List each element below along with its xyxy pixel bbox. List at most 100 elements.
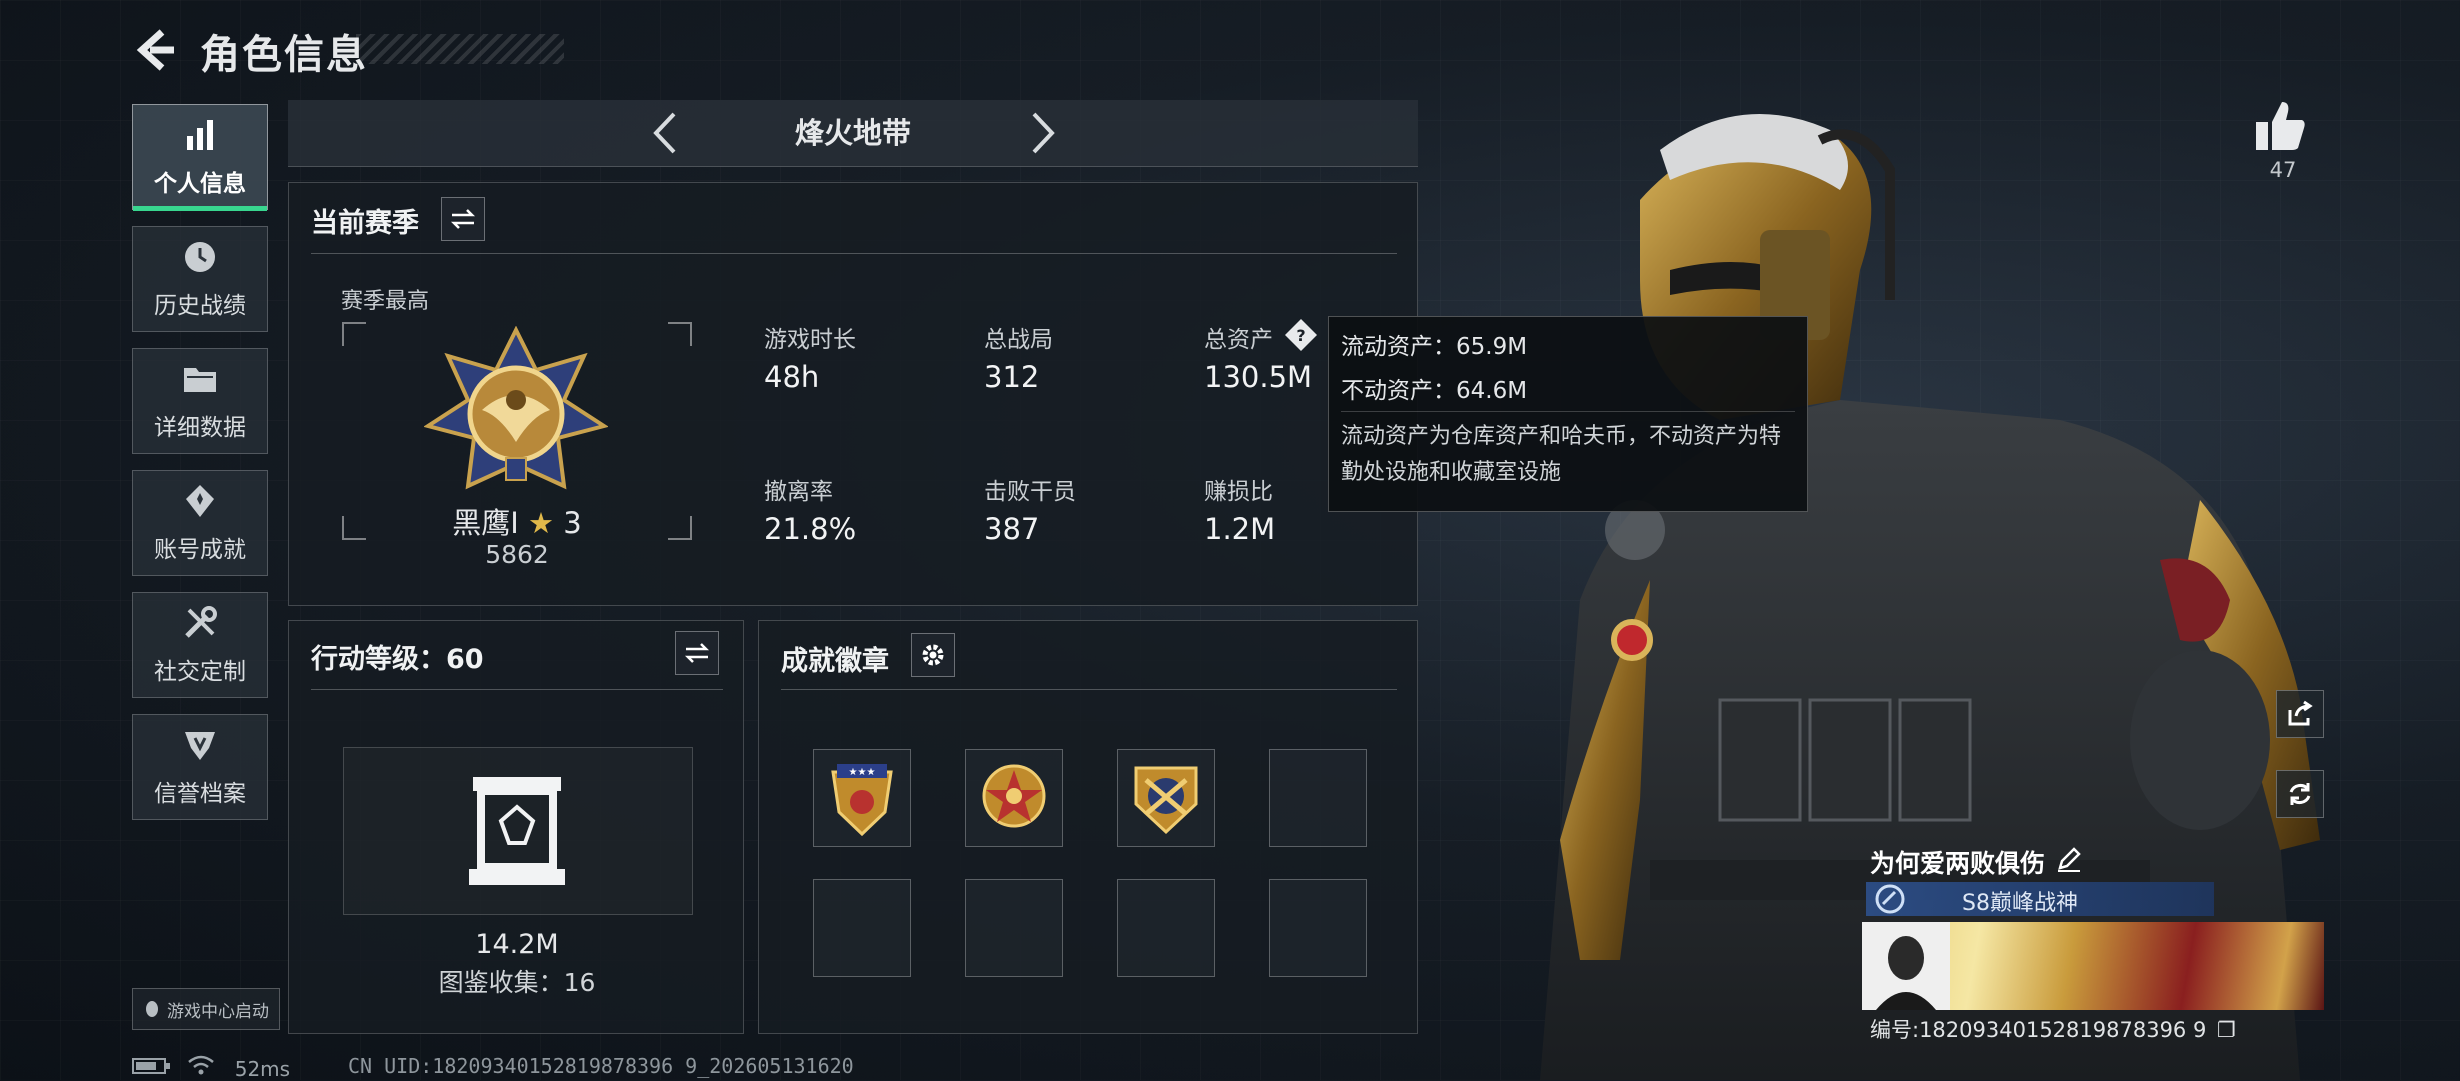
stat-value: 312 <box>984 360 1040 394</box>
divider <box>311 253 1397 254</box>
stat-label: 总战局 <box>984 327 1053 353</box>
badge-slot[interactable]: ★★★ <box>813 749 911 847</box>
mode-name: 烽火地带 <box>794 116 911 150</box>
badge-star-medal-icon <box>982 764 1046 828</box>
nav-item-personal-info[interactable]: 个人信息 <box>132 104 268 211</box>
avatar[interactable] <box>1862 922 1950 1010</box>
back-button[interactable] <box>132 26 180 74</box>
gear-icon <box>922 644 944 666</box>
prev-mode-button[interactable] <box>642 108 692 158</box>
help-icon: ? <box>1285 319 1317 351</box>
divider <box>781 689 1397 690</box>
share-button[interactable] <box>2276 690 2324 738</box>
nav-label: 详细数据 <box>154 415 246 441</box>
rank-medal-icon <box>424 326 608 490</box>
stat-value: 130.5M <box>1204 360 1313 394</box>
player-title: S8巅峰战神 <box>1962 891 2078 916</box>
player-card: 为何爱两败俱伤 S8巅峰战神 编号:18209340152819878396 9… <box>1862 832 2330 1046</box>
uid-footer: CN UID:18209340152819878396 9_2026051316… <box>348 1054 854 1078</box>
player-name: 为何爱两败俱伤 <box>1870 849 2046 878</box>
svg-text:?: ? <box>1296 326 1305 345</box>
game-center-button[interactable]: 游戏中心启动 <box>132 988 280 1030</box>
achievement-icon <box>186 485 214 517</box>
battery-icon <box>132 1058 170 1074</box>
rank-name: 黑鹰I <box>452 506 519 540</box>
badge-shield-stars-icon: ★★★ <box>831 764 893 837</box>
badges-panel: 成就徽章 ★★★ <box>758 620 1418 1034</box>
asset-tooltip: 流动资产：65.9M 不动资产：64.6M 流动资产为仓库资产和哈夫币，不动资产… <box>1328 316 1808 512</box>
rank-name-row: 黑鹰I ★ 3 <box>342 500 692 542</box>
stat-value: 387 <box>984 512 1040 546</box>
history-icon <box>185 242 215 272</box>
tooltip-fixed: 不动资产：64.6M <box>1341 378 1528 404</box>
copy-icon[interactable]: ❐ <box>2217 1018 2236 1042</box>
badge-slot-empty[interactable] <box>965 879 1063 977</box>
card-uid-text: 编号:18209340152819878396 9 <box>1870 1018 2207 1042</box>
tooltip-divider <box>1341 411 1795 412</box>
collection-value: 14.2M <box>475 929 559 960</box>
nav-item-detailed-data[interactable]: 详细数据 <box>132 348 268 454</box>
like-count: 47 <box>2269 158 2297 182</box>
divider <box>311 689 723 690</box>
back-arrow-icon <box>136 29 174 71</box>
badge-slot-empty[interactable] <box>1269 749 1367 847</box>
badge-slot[interactable] <box>965 749 1063 847</box>
thumbs-up-icon <box>2256 102 2305 150</box>
stat-value: 1.2M <box>1204 512 1276 546</box>
stat-label: 总资产 <box>1204 327 1273 353</box>
nav-label: 信誉档案 <box>154 781 246 807</box>
rank-points: 5862 <box>485 540 549 569</box>
chevron-right-icon <box>1032 112 1055 154</box>
level-title: 行动等级：60 <box>311 644 484 675</box>
stat-label: 撤离率 <box>764 479 833 505</box>
edit-icon[interactable] <box>2054 844 2084 874</box>
wifi-icon <box>188 1055 215 1075</box>
badge-crossed-rifles-icon <box>1134 766 1198 835</box>
badges-settings-button[interactable] <box>911 633 955 677</box>
nav-label: 社交定制 <box>154 659 246 685</box>
season-switch-button[interactable] <box>441 197 485 241</box>
share-icon <box>2288 700 2313 726</box>
stat-label: 赚损比 <box>1204 479 1273 505</box>
badge-slot[interactable] <box>1117 749 1215 847</box>
shield-badge-icon <box>185 732 215 760</box>
season-title: 当前赛季 <box>311 208 419 239</box>
title-emblem-icon <box>1875 884 1905 914</box>
stat-label: 游戏时长 <box>764 327 856 353</box>
season-peak-label: 赛季最高 <box>341 289 430 314</box>
refresh-icon <box>2289 783 2311 805</box>
like-button[interactable] <box>2250 96 2310 156</box>
badge-slot-empty[interactable] <box>1117 879 1215 977</box>
stat-label: 击败干员 <box>984 479 1076 505</box>
level-panel: 行动等级：60 14.2M 图鉴收集：16 <box>288 620 744 1034</box>
chevron-left-icon <box>653 112 676 154</box>
refresh-button[interactable] <box>2276 770 2324 818</box>
nav-label: 个人信息 <box>154 171 246 197</box>
nav-item-social[interactable]: 社交定制 <box>132 592 268 698</box>
star-icon: ★ <box>528 506 555 540</box>
tools-icon <box>185 606 217 638</box>
stat-value: 48h <box>764 360 820 394</box>
swap-icon <box>450 209 476 229</box>
next-mode-button[interactable] <box>1016 108 1066 158</box>
nav-item-reputation[interactable]: 信誉档案 <box>132 714 268 820</box>
tooltip-liquid: 流动资产：65.9M <box>1341 334 1528 360</box>
tooltip-description: 流动资产为仓库资产和哈夫币，不动资产为特勤处设施和收藏室设施 <box>1341 424 1782 485</box>
ping-value: 52ms <box>234 1057 291 1081</box>
level-switch-button[interactable] <box>675 631 719 675</box>
stat-value: 21.8% <box>764 512 857 546</box>
status-bar: 52ms <box>132 1054 290 1081</box>
qq-icon <box>146 1001 158 1017</box>
badge-slot-empty[interactable] <box>1269 879 1367 977</box>
title-decoration <box>356 34 564 64</box>
swap-icon <box>684 643 710 663</box>
game-center-label: 游戏中心启动 <box>167 1001 269 1022</box>
svg-text:★★★: ★★★ <box>849 767 876 778</box>
badge-slot-empty[interactable] <box>813 879 911 977</box>
collection-count: 图鉴收集：16 <box>438 968 596 997</box>
bar-chart-icon <box>187 120 213 150</box>
nav-item-history[interactable]: 历史战绩 <box>132 226 268 332</box>
badges-title: 成就徽章 <box>781 646 889 677</box>
asset-help-button[interactable]: ? <box>1284 318 1318 352</box>
nav-item-achievements[interactable]: 账号成就 <box>132 470 268 576</box>
